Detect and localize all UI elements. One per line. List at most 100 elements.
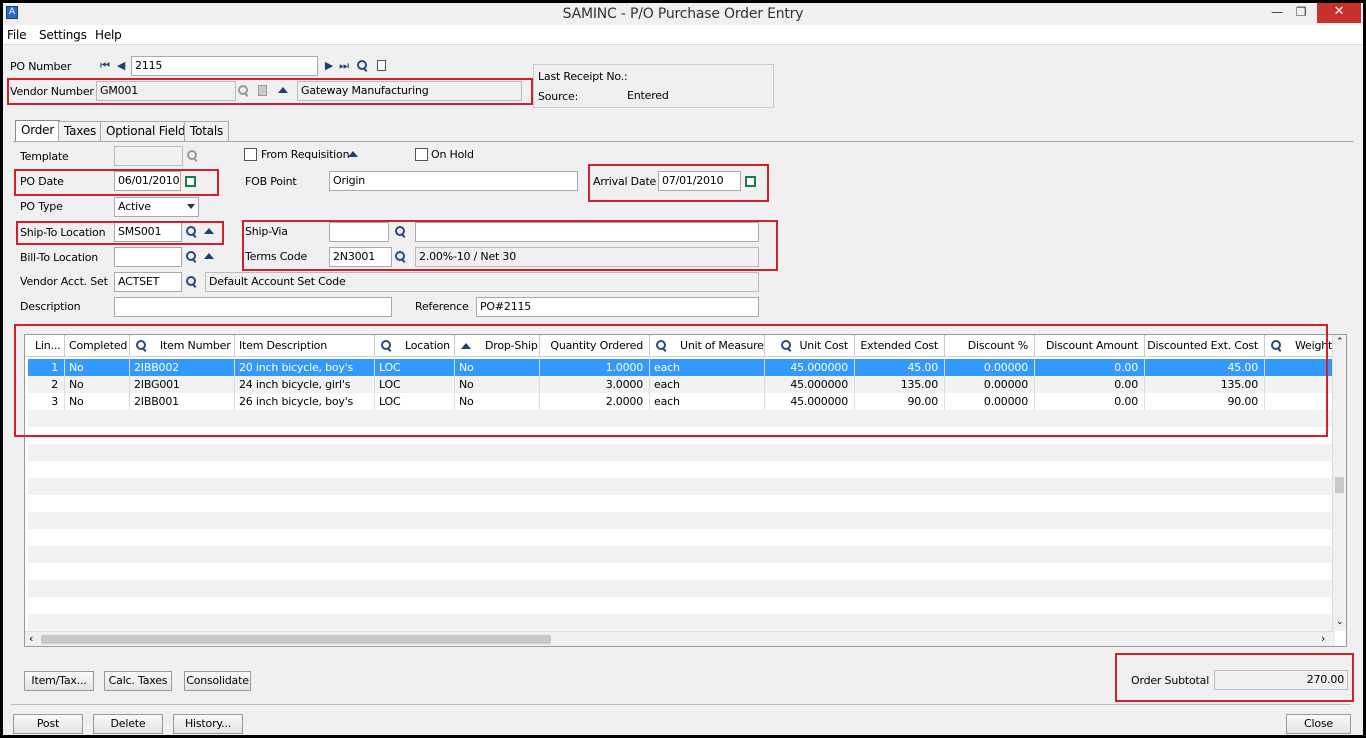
- grid-row-3[interactable]: 3 No 2IBB001 26 inch bicycle, boy's LOC …: [28, 393, 1333, 410]
- horizontal-scroll-thumb[interactable]: [41, 635, 551, 644]
- consolidate-button[interactable]: Consolidate: [184, 671, 251, 691]
- grid-empty-row: [28, 478, 1333, 495]
- item-tax-button[interactable]: Item/Tax...: [24, 671, 94, 691]
- scroll-left-icon[interactable]: ‹: [29, 632, 33, 645]
- col-completed[interactable]: Completed: [65, 335, 130, 357]
- grid-row-2[interactable]: 2 No 2IBG001 24 inch bicycle, girl's LOC…: [28, 376, 1333, 393]
- bill-to-input[interactable]: [114, 247, 182, 267]
- po-date-input[interactable]: 06/01/2010: [114, 171, 181, 191]
- close-button[interactable]: Close: [1286, 714, 1351, 734]
- vendor-drilldown-icon[interactable]: [278, 87, 288, 93]
- po-number-input[interactable]: 2115: [131, 56, 318, 76]
- calc-taxes-button[interactable]: Calc. Taxes: [104, 671, 172, 691]
- cell-discounted-ext-cost: 45.00: [1145, 359, 1265, 376]
- close-window-icon[interactable]: ✕: [1317, 3, 1361, 23]
- cell-discount-amount: 0.00: [1035, 359, 1145, 376]
- po-type-select[interactable]: Active: [114, 197, 199, 217]
- vendor-acct-set-finder-icon[interactable]: [186, 276, 198, 288]
- history-button[interactable]: History...: [173, 714, 243, 734]
- grid-vertical-scrollbar[interactable]: ⌃ ⌄: [1332, 335, 1346, 631]
- po-finder-icon[interactable]: [357, 60, 369, 72]
- ship-to-drilldown-icon[interactable]: [204, 228, 214, 234]
- vertical-scroll-thumb[interactable]: [1335, 477, 1344, 493]
- last-record-icon[interactable]: ⏭: [338, 60, 350, 72]
- ship-via-input[interactable]: [329, 222, 389, 242]
- bill-to-finder-icon[interactable]: [186, 251, 198, 263]
- grid-empty-row: [28, 563, 1333, 580]
- vendor-number-input[interactable]: GM001: [96, 81, 236, 101]
- location-finder-icon[interactable]: [381, 340, 393, 352]
- requisition-drilldown-icon[interactable]: [348, 151, 358, 157]
- ship-to-finder-icon[interactable]: [186, 226, 198, 238]
- col-discount-pct[interactable]: Discount %: [945, 335, 1035, 357]
- from-requisition-checkbox[interactable]: [244, 148, 257, 161]
- col-quantity-ordered[interactable]: Quantity Ordered: [540, 335, 650, 357]
- col-line[interactable]: Lin...: [25, 335, 65, 357]
- arrival-date-calendar-icon[interactable]: [745, 176, 756, 187]
- grid-empty-row: [28, 597, 1333, 614]
- uom-finder-icon[interactable]: [656, 340, 668, 352]
- cell-discounted-ext-cost: 90.00: [1145, 393, 1265, 410]
- grid-empty-row: [28, 580, 1333, 597]
- vendor-new-icon[interactable]: [258, 85, 267, 96]
- grid-horizontal-scrollbar[interactable]: ‹ ›: [25, 631, 1335, 646]
- terms-code-finder-icon[interactable]: [395, 251, 407, 263]
- on-hold-checkbox[interactable]: [415, 148, 428, 161]
- new-po-icon[interactable]: [377, 60, 386, 71]
- unit-cost-finder-icon[interactable]: [781, 340, 793, 352]
- arrival-date-input[interactable]: 07/01/2010: [658, 171, 741, 191]
- minimize-icon[interactable]: —: [1265, 3, 1289, 23]
- menu-settings[interactable]: Settings: [39, 28, 87, 42]
- cell-item-number: 2IBG001: [130, 376, 235, 393]
- vendor-acct-set-input[interactable]: ACTSET: [114, 272, 182, 292]
- col-drop-ship-header[interactable]: Drop-Ship: [455, 335, 540, 357]
- item-finder-icon[interactable]: [136, 340, 148, 352]
- weight-finder-icon[interactable]: [1271, 340, 1283, 352]
- template-input[interactable]: [114, 146, 183, 166]
- scroll-up-icon[interactable]: ⌃: [1336, 337, 1344, 347]
- col-item-number-header[interactable]: Item Number: [130, 335, 235, 357]
- delete-button[interactable]: Delete: [93, 714, 163, 734]
- template-finder-icon[interactable]: [187, 150, 199, 162]
- vendor-name-field: Gateway Manufacturing: [297, 81, 522, 101]
- tab-totals[interactable]: Totals: [184, 121, 230, 141]
- bill-to-drilldown-icon[interactable]: [204, 253, 214, 259]
- order-subtotal-label: Order Subtotal: [1131, 674, 1210, 687]
- description-input[interactable]: [114, 297, 392, 317]
- tab-order[interactable]: Order: [15, 120, 61, 142]
- ship-via-finder-icon[interactable]: [395, 226, 407, 238]
- ship-to-input[interactable]: SMS001: [114, 222, 182, 242]
- tab-optional-fields[interactable]: Optional Fields: [100, 121, 198, 141]
- first-record-icon[interactable]: ⏮: [99, 60, 111, 72]
- po-date-calendar-icon[interactable]: [185, 176, 196, 187]
- tab-taxes[interactable]: Taxes: [58, 121, 103, 141]
- menu-file[interactable]: File: [7, 28, 26, 42]
- grid-empty-row: [28, 410, 1333, 427]
- col-weight-header[interactable]: Weight: [1265, 335, 1335, 357]
- col-discounted-ext-cost[interactable]: Discounted Ext. Cost: [1145, 335, 1265, 357]
- cell-uom: each: [650, 359, 765, 376]
- next-record-icon[interactable]: ▶: [323, 60, 335, 72]
- vendor-finder-icon[interactable]: [238, 85, 250, 97]
- col-uom-header[interactable]: Unit of Measure: [650, 335, 765, 357]
- restore-icon[interactable]: ❐: [1289, 3, 1313, 23]
- grid-empty-row: [28, 461, 1333, 478]
- menu-help[interactable]: Help: [95, 28, 122, 42]
- scroll-down-icon[interactable]: ⌄: [1336, 617, 1344, 627]
- po-lines-grid[interactable]: Lin... Completed Item Number Item Descri…: [24, 334, 1347, 647]
- terms-code-input[interactable]: 2N3001: [329, 247, 392, 267]
- post-button[interactable]: Post: [13, 714, 83, 734]
- drop-ship-drilldown-icon[interactable]: [461, 343, 471, 349]
- fob-point-input[interactable]: Origin: [329, 171, 578, 191]
- reference-input[interactable]: PO#2115: [476, 297, 759, 317]
- col-discount-amount[interactable]: Discount Amount: [1035, 335, 1145, 357]
- col-extended-cost[interactable]: Extended Cost: [855, 335, 945, 357]
- cell-item-number: 2IBB001: [130, 393, 235, 410]
- cell-extended-cost: 135.00: [855, 376, 945, 393]
- col-unit-cost-header[interactable]: Unit Cost: [765, 335, 855, 357]
- scroll-right-icon[interactable]: ›: [1321, 632, 1325, 645]
- col-location-header[interactable]: Location: [375, 335, 455, 357]
- grid-row-1[interactable]: 1 No 2IBB002 20 inch bicycle, boy's LOC …: [28, 359, 1333, 376]
- previous-record-icon[interactable]: ◀: [115, 60, 127, 72]
- col-item-description[interactable]: Item Description: [235, 335, 375, 357]
